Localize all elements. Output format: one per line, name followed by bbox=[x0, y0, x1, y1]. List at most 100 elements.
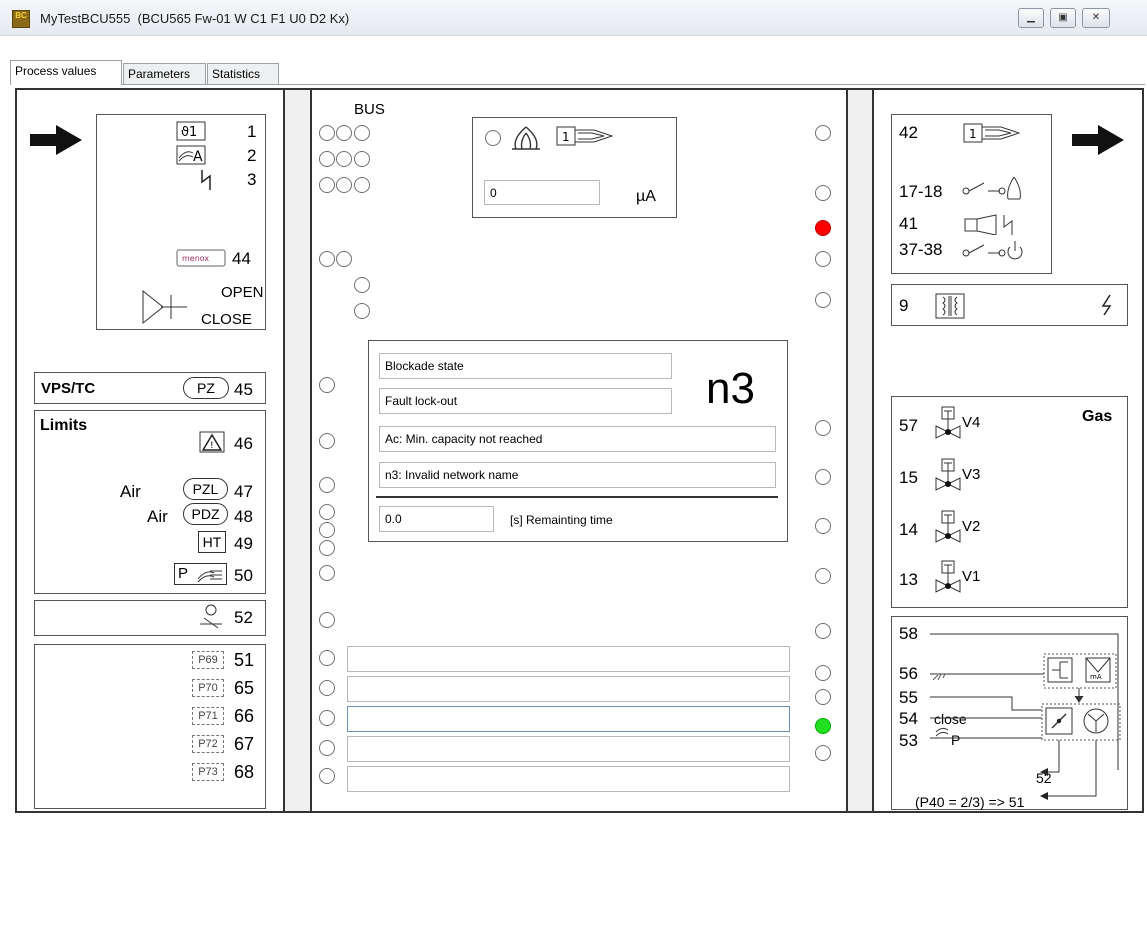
warning-icon: ! bbox=[199, 431, 225, 458]
conn-55-number: 55 bbox=[899, 688, 918, 707]
status-led bbox=[319, 650, 335, 666]
status-led bbox=[336, 251, 352, 267]
conn-58-number: 58 bbox=[899, 624, 918, 643]
tab-statistics[interactable]: Statistics bbox=[207, 63, 279, 85]
status-led bbox=[336, 177, 352, 193]
ionisation-led bbox=[485, 130, 501, 146]
status-led bbox=[815, 469, 831, 485]
flame-signal-relay-icon bbox=[962, 173, 1032, 206]
status-led bbox=[336, 151, 352, 167]
valve-label: V2 bbox=[962, 518, 981, 535]
status-led bbox=[319, 740, 335, 756]
status-led bbox=[336, 125, 352, 141]
status-led bbox=[319, 177, 335, 193]
valve-label: V4 bbox=[962, 414, 981, 431]
blockade-state-field[interactable]: Blockade state bbox=[379, 353, 672, 379]
status-led bbox=[319, 433, 335, 449]
remaining-time-field[interactable]: 0.0 bbox=[379, 506, 494, 532]
pzl-icon: PZL bbox=[183, 478, 228, 500]
output-41-number: 41 bbox=[899, 214, 918, 233]
status-led bbox=[815, 689, 831, 705]
gutter-right bbox=[847, 90, 873, 811]
parameter-tag: P73 bbox=[192, 763, 224, 781]
ignition-output-icon: 1 bbox=[963, 121, 1023, 150]
maximize-button[interactable]: ▣ bbox=[1050, 8, 1076, 28]
limits-title: Limits bbox=[40, 417, 88, 434]
conn-53-number: 53 bbox=[899, 731, 918, 750]
svg-text:A: A bbox=[193, 149, 203, 165]
output-42-number: 42 bbox=[899, 123, 918, 142]
fault-input-icon bbox=[198, 170, 214, 195]
parameter-tag: P72 bbox=[192, 735, 224, 753]
text-field-5[interactable] bbox=[347, 766, 790, 792]
status-led bbox=[319, 768, 335, 784]
status-message-1[interactable]: Ac: Min. capacity not reached bbox=[379, 426, 776, 452]
limit-50-number: 50 bbox=[234, 566, 253, 585]
status-led bbox=[319, 680, 335, 696]
output-17-18-number: 17-18 bbox=[899, 182, 943, 201]
tab-parameters[interactable]: Parameters bbox=[123, 63, 206, 85]
valve-number: 15 bbox=[899, 468, 918, 487]
transformer-icon bbox=[935, 293, 965, 324]
status-led bbox=[815, 623, 831, 639]
vps-number: 45 bbox=[234, 380, 253, 399]
status-led bbox=[319, 504, 335, 520]
status-led bbox=[815, 665, 831, 681]
status-led bbox=[319, 151, 335, 167]
status-led bbox=[319, 540, 335, 556]
gas-title: Gas bbox=[1082, 408, 1113, 425]
svg-text:menox: menox bbox=[182, 254, 209, 263]
pressure-switch-icon bbox=[198, 604, 224, 635]
svg-text:!: ! bbox=[210, 441, 214, 451]
close-window-button[interactable]: ✕ bbox=[1082, 8, 1110, 28]
status-led bbox=[815, 125, 831, 141]
status-message-2[interactable]: n3: Invalid network name bbox=[379, 462, 776, 488]
output-37-38-number: 37-38 bbox=[899, 240, 943, 259]
status-led-red bbox=[815, 220, 831, 236]
status-led bbox=[815, 745, 831, 761]
minimize-button[interactable]: ▁ bbox=[1018, 8, 1044, 28]
svg-text:ϑ1: ϑ1 bbox=[181, 125, 197, 140]
status-led bbox=[319, 477, 335, 493]
output-9-box bbox=[891, 284, 1128, 326]
text-field-3[interactable] bbox=[347, 706, 790, 732]
parameter-input-number: 66 bbox=[234, 706, 255, 726]
title-bar: BC MyTestBCU555 (BCU565 Fw-01 W C1 F1 U0… bbox=[0, 0, 1147, 36]
ht-icon: HT bbox=[198, 531, 226, 553]
status-led bbox=[815, 518, 831, 534]
gutter-left bbox=[284, 90, 310, 811]
tab-process-values[interactable]: Process values bbox=[10, 60, 122, 85]
tab-label: Parameters bbox=[128, 67, 191, 81]
svg-text:1: 1 bbox=[562, 130, 570, 144]
status-led bbox=[319, 251, 335, 267]
status-led bbox=[354, 277, 370, 293]
text-field-1[interactable] bbox=[347, 646, 790, 672]
parameter-input-number: 68 bbox=[234, 762, 255, 782]
fault-lockout-field[interactable]: Fault lock-out bbox=[379, 388, 672, 414]
valve-label: V3 bbox=[962, 466, 981, 483]
status-code: n3 bbox=[706, 364, 755, 413]
parameter-input-number: 51 bbox=[234, 650, 255, 670]
gas-valves-box bbox=[891, 396, 1128, 608]
window-title: MyTestBCU555 (BCU565 Fw-01 W C1 F1 U0 D2… bbox=[40, 11, 350, 26]
text-field-2[interactable] bbox=[347, 676, 790, 702]
air-label-2: Air bbox=[147, 507, 168, 526]
text-field-4[interactable] bbox=[347, 736, 790, 762]
ionisation-unit: µA bbox=[636, 188, 656, 205]
open-label: OPEN bbox=[221, 284, 264, 301]
status-led bbox=[354, 303, 370, 319]
status-led bbox=[319, 125, 335, 141]
parameter-tag: P69 bbox=[192, 651, 224, 669]
pdz-icon: PDZ bbox=[183, 503, 228, 525]
ionisation-current-field[interactable]: 0 bbox=[484, 180, 600, 205]
input-2-number: 2 bbox=[247, 146, 257, 165]
temperature-icon: ϑ1 bbox=[176, 121, 206, 146]
gas-valve-icon bbox=[934, 560, 962, 605]
input-arrow-icon bbox=[30, 125, 82, 160]
air-label-1: Air bbox=[120, 482, 141, 501]
lightning-icon bbox=[1100, 294, 1114, 321]
limit-48-number: 48 bbox=[234, 507, 253, 526]
status-led bbox=[815, 185, 831, 201]
status-led bbox=[815, 420, 831, 436]
parameter-inputs-box bbox=[34, 644, 266, 809]
